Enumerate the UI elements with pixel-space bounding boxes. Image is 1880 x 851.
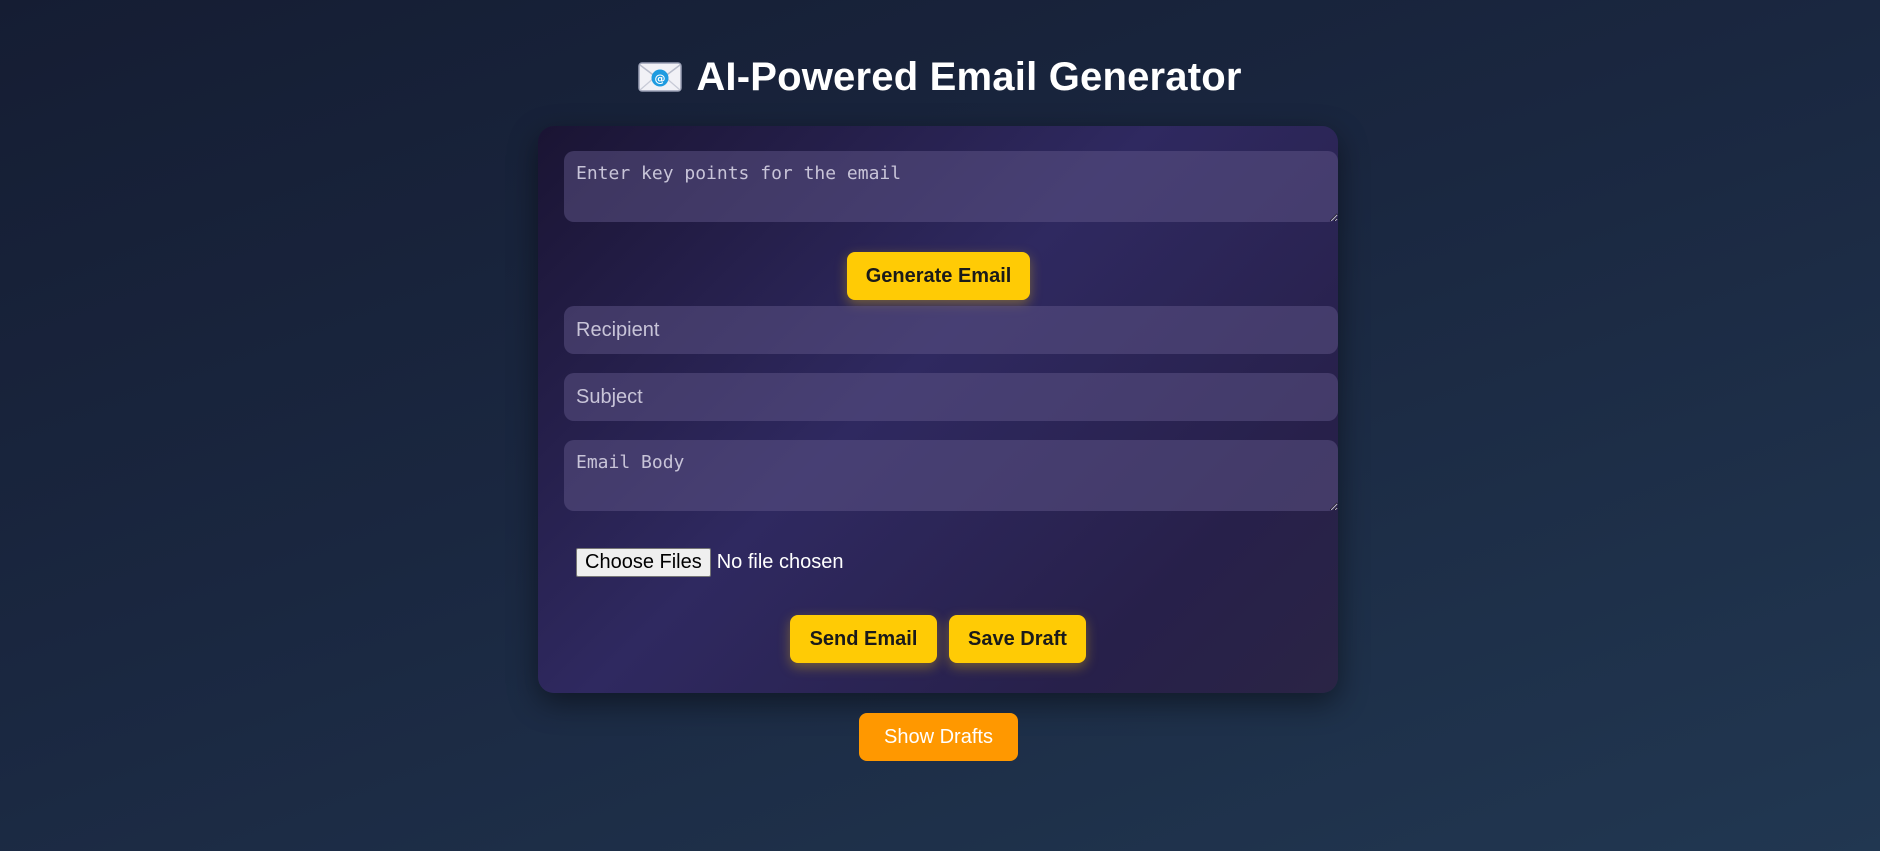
envelope-with-at-icon: @ [638,60,683,94]
page-title: AI-Powered Email Generator [696,55,1242,99]
subject-input[interactable] [564,373,1338,421]
email-composer-card: Generate Email Choose Files No file chos… [538,126,1338,693]
save-draft-button[interactable]: Save Draft [949,615,1086,663]
send-email-button[interactable]: Send Email [790,615,937,663]
svg-text:@: @ [655,72,666,85]
choose-files-button[interactable]: Choose Files [576,548,711,577]
header: @ AI-Powered Email Generator [0,50,1880,104]
key-points-input[interactable] [564,151,1338,222]
email-body-input[interactable] [564,440,1338,511]
recipient-input[interactable] [564,306,1338,354]
show-drafts-button[interactable]: Show Drafts [859,713,1018,761]
generate-email-button[interactable]: Generate Email [847,252,1030,300]
file-status-text: No file chosen [716,551,844,573]
file-attachment-picker: Choose Files No file chosen [576,548,843,577]
